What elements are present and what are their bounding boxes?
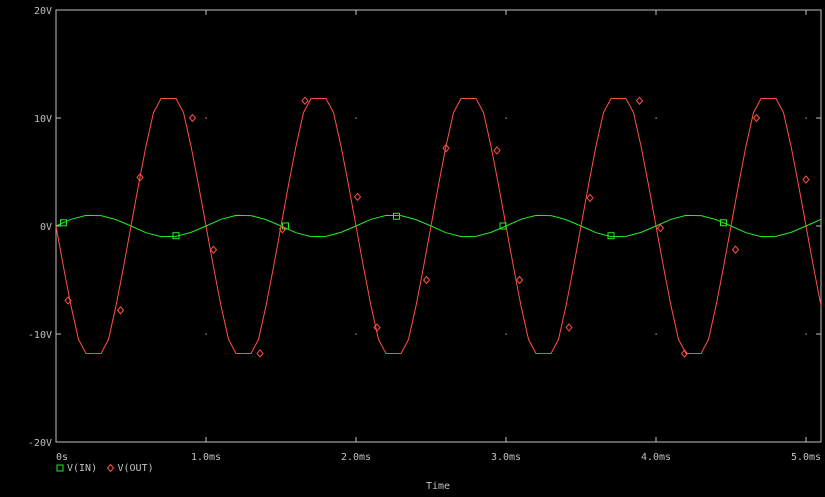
- legend-label: V(IN): [67, 463, 97, 474]
- grid-dot: [655, 333, 657, 335]
- vout-marker: [802, 175, 810, 184]
- probe-chart: 20V 10V 0V -10V -20V 0s 1.0ms 2.0ms 3.0ms 4.0ms 5…: [28, 6, 822, 492]
- y-tick-label: 10V: [34, 114, 52, 125]
- vout-marker: [209, 245, 218, 255]
- vout-marker: [188, 113, 197, 123]
- marker-layer: [60, 96, 810, 358]
- grid-dot: [505, 117, 507, 119]
- vout-marker: [752, 113, 761, 123]
- plot-border: [55, 9, 822, 443]
- grid-dot: [355, 117, 357, 119]
- vout-marker: [656, 223, 665, 233]
- series-layer: [55, 98, 822, 354]
- y-tick-label: -10V: [28, 330, 52, 341]
- chart-stage: 20V 10V 0V -10V -20V 0s 1.0ms 2.0ms 3.0ms 4.0ms 5…: [0, 0, 825, 493]
- y-axis-ticks: 20V 10V 0V -10V -20V: [28, 6, 821, 449]
- x-tick-label: 5.0ms: [791, 452, 821, 463]
- x-tick-label: 3.0ms: [491, 452, 521, 463]
- grid-dot: [805, 117, 807, 119]
- x-tick-label: 2.0ms: [341, 452, 371, 463]
- vout-marker: [586, 193, 594, 203]
- x-axis-label: Time: [426, 481, 450, 492]
- x-tick-label: 4.0ms: [641, 452, 671, 463]
- vout-marker: [515, 275, 524, 285]
- series-line-v-in: [55, 214, 822, 238]
- grid-dot: [355, 333, 357, 335]
- vout-marker: [422, 275, 431, 285]
- legend-label: V(OUT): [118, 463, 154, 474]
- y-tick-label: 20V: [34, 6, 52, 17]
- grid-dot: [205, 333, 207, 335]
- vout-marker: [635, 96, 644, 105]
- grid-dot: [805, 333, 807, 335]
- legend: V(IN) V(OUT): [56, 463, 154, 474]
- grid-dot: [205, 117, 207, 119]
- vout-marker: [301, 96, 309, 105]
- plot-frame: [55, 9, 822, 443]
- legend-square-icon: [56, 464, 64, 472]
- x-tick-label: 0s: [56, 452, 68, 463]
- y-tick-label: 0V: [40, 222, 52, 233]
- y-tick-label: -20V: [28, 438, 52, 449]
- vin-marker: [393, 212, 400, 220]
- series-line-v-out: [55, 98, 822, 354]
- x-tick-label: 1.0ms: [191, 452, 221, 463]
- legend-diamond-icon: [106, 463, 115, 473]
- grid-dot: [505, 333, 507, 335]
- vout-marker: [731, 245, 740, 255]
- vout-marker: [116, 305, 125, 315]
- grid-dot: [655, 117, 657, 119]
- vout-marker: [565, 323, 573, 332]
- vout-marker: [493, 146, 501, 155]
- vout-marker: [256, 349, 264, 358]
- vout-marker: [353, 192, 362, 202]
